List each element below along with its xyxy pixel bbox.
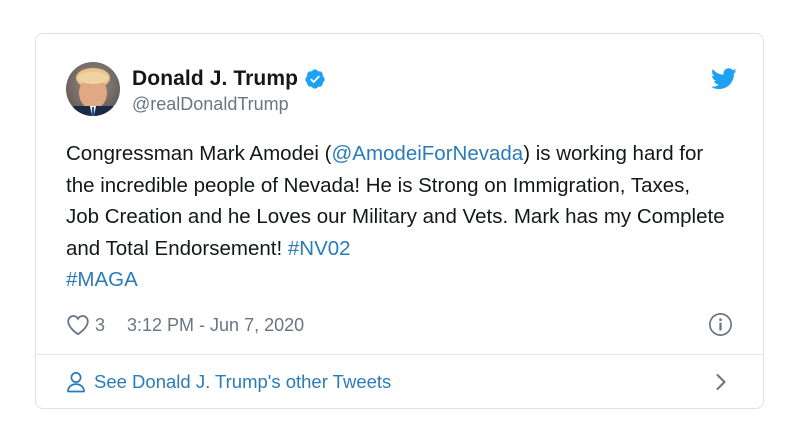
verified-badge-icon — [304, 68, 326, 90]
tweet-timestamp[interactable]: 3:12 PM - Jun 7, 2020 — [127, 315, 304, 336]
avatar-image — [66, 62, 120, 116]
hashtag-link[interactable]: #NV02 — [288, 237, 351, 260]
info-icon[interactable] — [708, 312, 733, 337]
hashtag-link[interactable]: #MAGA — [66, 268, 138, 291]
divider — [36, 354, 763, 355]
tweet-meta: 3 3:12 PM - Jun 7, 2020 — [66, 312, 733, 338]
avatar[interactable] — [66, 62, 120, 116]
display-name-row[interactable]: Donald J. Trump — [132, 65, 326, 93]
other-tweets-label[interactable]: See Donald J. Trump's other Tweets — [94, 371, 391, 393]
author-names: Donald J. Trump @realDonaldTrump — [132, 65, 326, 115]
display-name[interactable]: Donald J. Trump — [132, 67, 298, 91]
like-count: 3 — [95, 314, 106, 335]
author-handle[interactable]: @realDonaldTrump — [132, 94, 326, 115]
mention-link[interactable]: @AmodeiForNevada — [331, 142, 523, 165]
chevron-right-icon[interactable] — [715, 373, 727, 391]
person-icon — [66, 371, 86, 393]
heart-icon[interactable] — [66, 314, 90, 336]
tweet-card: Donald J. Trump @realDonaldTrump Congres… — [35, 33, 764, 409]
tweet-text: Congressman Mark Amodei (@AmodeiForNevad… — [66, 138, 726, 296]
tweet-text-part: Congressman Mark Amodei ( — [66, 142, 332, 165]
twitter-bird-icon[interactable] — [711, 68, 737, 90]
tweet-header: Donald J. Trump @realDonaldTrump — [66, 62, 737, 118]
other-tweets-link[interactable]: See Donald J. Trump's other Tweets — [66, 367, 733, 397]
